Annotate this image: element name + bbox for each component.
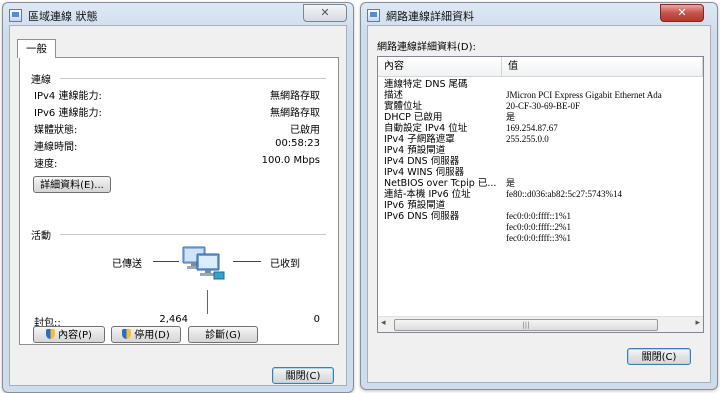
list-item[interactable]: NetBIOS over Tcpip 已... 是: [378, 178, 703, 189]
disable-button[interactable]: 停用(D): [111, 326, 181, 343]
horizontal-scrollbar[interactable]: ◂ ||| ▸: [378, 316, 703, 332]
property-value: 255.255.0.0: [506, 134, 549, 144]
list-item[interactable]: IPv4 WINS 伺服器: [378, 167, 703, 178]
list-item[interactable]: 自動設定 IPv4 位址 169.254.87.67: [378, 123, 703, 134]
property-name: NetBIOS over Tcpip 已...: [384, 178, 497, 189]
section-activity: 活動: [31, 231, 51, 242]
media-label: 媒體狀態:: [34, 125, 78, 136]
network-computers-icon: [182, 246, 225, 280]
packets-sent-value: 2,464: [159, 314, 188, 325]
network-icon: [9, 9, 22, 22]
shield-icon: [122, 329, 132, 339]
client-area: 一般 連線 IPv4 連線能力: 無網路存取 IPv6 連線能力: 無網路存取 …: [9, 25, 347, 386]
list-item[interactable]: IPv4 預設閘道: [378, 145, 703, 156]
property-name: 自動設定 IPv4 位址: [384, 123, 468, 134]
divider: [60, 234, 326, 235]
column-header-property[interactable]: 內容: [378, 57, 502, 77]
client-area: 網路連線詳細資料(D): 內容 值 連線特定 DNS 尾碼 描述 JMicron …: [367, 25, 711, 383]
list-item[interactable]: 描述 JMicron PCI Express Gigabit Ethernet A…: [378, 90, 703, 101]
property-value: fec0:0:0:ffff::1%1: [506, 211, 571, 221]
property-name: IPv6 DNS 伺服器: [384, 211, 460, 222]
properties-button[interactable]: 內容(P): [33, 326, 105, 343]
scroll-right-icon[interactable]: ▸: [695, 318, 700, 328]
property-name: 描述: [384, 90, 404, 101]
property-name: IPv4 子網路遮罩: [384, 134, 455, 145]
window-title: 區域連線 狀態: [28, 10, 98, 23]
media-value: 已啟用: [290, 125, 320, 136]
ipv4-value: 無網路存取: [270, 91, 320, 102]
property-name: IPv4 DNS 伺服器: [384, 156, 460, 167]
property-value: 169.254.87.67: [506, 123, 558, 133]
property-name: 實體位址: [384, 101, 423, 112]
property-name: DHCP 已啟用: [384, 112, 443, 123]
property-value: fe80::d036:ab82:5c27:5743%14: [506, 189, 622, 199]
list-item[interactable]: 連線特定 DNS 尾碼: [378, 79, 703, 90]
duration-label: 連線時間:: [34, 142, 78, 153]
general-panel: 連線 IPv4 連線能力: 無網路存取 IPv6 連線能力: 無網路存取 媒體狀…: [19, 57, 339, 345]
shield-icon: [46, 329, 56, 339]
list-item[interactable]: IPv4 子網路遮罩 255.255.0.0: [378, 134, 703, 145]
sent-line: [153, 261, 179, 262]
details-button[interactable]: 詳細資料(E)...: [33, 176, 111, 193]
property-name: IPv6 預設閘道: [384, 200, 446, 211]
status-window: 區域連線 狀態 ✕ 一般 連線 IPv4 連線能力: 無網路存取 IPv6 連線…: [2, 2, 354, 393]
properties-button-label: 內容(P): [58, 330, 92, 341]
received-line: [233, 261, 261, 262]
close-icon[interactable]: ✕: [660, 4, 704, 22]
activity-divider: [207, 290, 208, 314]
list-item[interactable]: IPv4 DNS 伺服器: [378, 156, 703, 167]
list-item[interactable]: fec0:0:0:ffff::2%1: [378, 222, 703, 233]
speed-label: 速度:: [34, 159, 58, 170]
property-name: 連線特定 DNS 尾碼: [384, 79, 468, 90]
close-button[interactable]: 關閉(C): [627, 348, 691, 365]
list-item[interactable]: 實體位址 20-CF-30-69-BE-0F: [378, 101, 703, 112]
close-icon[interactable]: ✕: [303, 4, 347, 22]
details-window: 網路連線詳細資料 ✕ 網路連線詳細資料(D): 內容 值 連線特定 DNS 尾碼…: [360, 2, 718, 390]
section-connection: 連線: [31, 75, 51, 86]
ipv6-label: IPv6 連線能力:: [34, 108, 102, 119]
details-heading: 網路連線詳細資料(D):: [377, 42, 476, 53]
list-item[interactable]: IPv6 預設閘道: [378, 200, 703, 211]
window-title: 網路連線詳細資料: [386, 10, 474, 23]
details-list[interactable]: 內容 值 連線特定 DNS 尾碼 描述 JMicron PCI Express G…: [377, 56, 704, 333]
property-name: 連結-本機 IPv6 位址: [384, 189, 471, 200]
speed-value: 100.0 Mbps: [261, 155, 320, 166]
packets-received-value: 0: [313, 314, 320, 325]
diagnose-button[interactable]: 診斷(G): [188, 326, 258, 343]
ipv4-label: IPv4 連線能力:: [34, 91, 102, 102]
scroll-left-icon[interactable]: ◂: [381, 318, 386, 328]
property-name: IPv4 WINS 伺服器: [384, 167, 465, 178]
list-item[interactable]: IPv6 DNS 伺服器 fec0:0:0:ffff::1%1: [378, 211, 703, 222]
divider: [60, 78, 326, 79]
list-item[interactable]: 連結-本機 IPv6 位址 fe80::d036:ab82:5c27:5743%1…: [378, 189, 703, 200]
sent-label: 已傳送: [112, 259, 142, 270]
property-value: 是: [506, 178, 516, 188]
close-button[interactable]: 關閉(C): [272, 367, 334, 384]
scroll-thumb[interactable]: |||: [394, 319, 658, 331]
property-value: 是: [506, 112, 516, 122]
list-item[interactable]: DHCP 已啟用 是: [378, 112, 703, 123]
ipv6-value: 無網路存取: [270, 108, 320, 119]
scroll-grip-icon: |||: [522, 321, 530, 329]
received-label: 已收到: [270, 259, 300, 270]
column-header-value[interactable]: 值: [502, 57, 703, 77]
list-item[interactable]: fec0:0:0:ffff::3%1: [378, 233, 703, 244]
property-value: fec0:0:0:ffff::3%1: [506, 233, 571, 243]
tab-general[interactable]: 一般: [17, 39, 56, 58]
property-value: 20-CF-30-69-BE-0F: [506, 101, 580, 111]
property-value: fec0:0:0:ffff::2%1: [506, 222, 571, 232]
property-name: IPv4 預設閘道: [384, 145, 446, 156]
disable-button-label: 停用(D): [134, 330, 170, 341]
property-value: JMicron PCI Express Gigabit Ethernet Ada: [506, 90, 662, 100]
network-icon: [367, 9, 380, 22]
duration-value: 00:58:23: [275, 138, 320, 149]
